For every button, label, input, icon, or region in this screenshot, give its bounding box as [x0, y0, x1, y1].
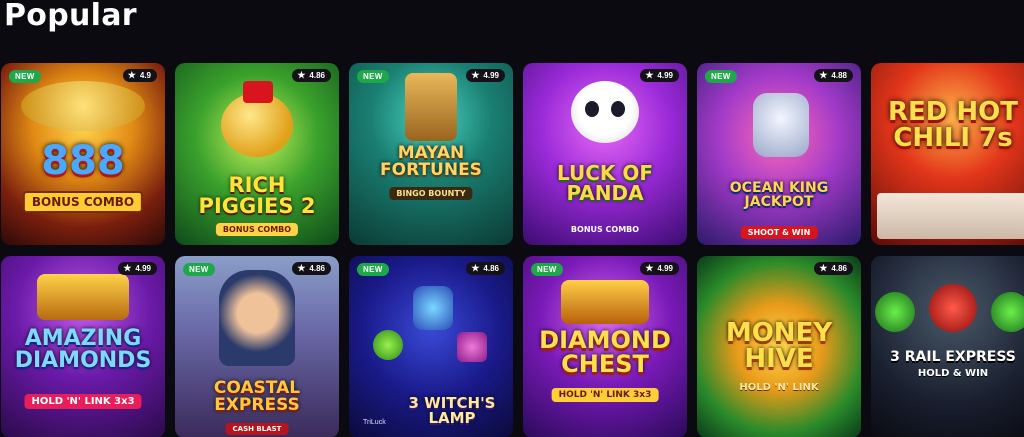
- panda-eye: [585, 101, 599, 117]
- game-tile-luck-of-panda[interactable]: LUCK OF PANDA BONUS COMBO ★ 4.99: [523, 63, 687, 245]
- treasure-chest: [37, 274, 129, 320]
- game-title: DIAMOND CHEST: [539, 326, 671, 378]
- star-icon: ★: [297, 263, 306, 273]
- new-badge: NEW: [705, 70, 737, 83]
- game-tile-ocean-king-jackpot[interactable]: OCEAN KING JACKPOT SHOOT & WIN NEW ★ 4.88: [697, 63, 861, 245]
- game-subtitle: BINGO BOUNTY: [389, 187, 473, 200]
- game-subtitle: BONUS COMBO: [22, 191, 144, 213]
- reel-strip: [877, 193, 1024, 239]
- game-title: OCEAN KING JACKPOT: [729, 180, 829, 210]
- rating-badge: ★ 4.86: [466, 262, 505, 275]
- top-hat: [243, 81, 273, 103]
- lamp-figure: [413, 286, 453, 330]
- star-icon: ★: [645, 70, 654, 80]
- rating-badge: ★ 4.86: [292, 262, 331, 275]
- rating-badge: ★ 4.99: [466, 69, 505, 82]
- game-subtitle: SHOOT & WIN: [740, 226, 818, 239]
- game-tile-mayan-fortunes[interactable]: MAYAN FORTUNES BINGO BOUNTY NEW ★ 4.99: [349, 63, 513, 245]
- treasure-chest: [561, 280, 649, 324]
- purple-gem: [457, 332, 487, 362]
- train-green: [991, 292, 1024, 332]
- game-title: MAYAN FORTUNES: [380, 143, 482, 180]
- games-grid: 888 BONUS COMBO NEW ★ 4.9 RICH PIGGIES 2 …: [0, 63, 1024, 437]
- game-title: 888: [41, 138, 125, 184]
- game-tile-coastal-express[interactable]: COASTAL EXPRESS CASH BLAST NEW ★ 4.86: [175, 256, 339, 437]
- star-icon: ★: [471, 70, 480, 80]
- rating-badge: ★ 4.9: [122, 69, 157, 82]
- totem-figure: [405, 73, 457, 141]
- game-tile-3-witchs-lamp[interactable]: 3 WITCH'S LAMP TriLuck NEW ★ 4.86: [349, 256, 513, 437]
- game-title: MONEY HIVE: [725, 318, 833, 374]
- game-title: RED HOT CHILI 7s: [887, 97, 1018, 153]
- rating-badge: ★ 4.88: [814, 69, 853, 82]
- game-tile-3-rail-express[interactable]: 3 RAIL EXPRESS HOLD & WIN: [871, 256, 1024, 437]
- game-tile-amazing-diamonds[interactable]: AMAZING DIAMONDS HOLD 'N' LINK 3x3 ★ 4.99: [1, 256, 165, 437]
- game-tile-rich-piggies-2[interactable]: RICH PIGGIES 2 BONUS COMBO ★ 4.86: [175, 63, 339, 245]
- game-tile-888[interactable]: 888 BONUS COMBO NEW ★ 4.9: [1, 63, 165, 245]
- train-green: [875, 292, 915, 332]
- new-badge: NEW: [183, 263, 215, 276]
- game-title: 3 RAIL EXPRESS: [890, 349, 1016, 365]
- game-tile-red-hot-chili-7s[interactable]: RED HOT CHILI 7s: [871, 63, 1024, 245]
- game-subtitle: HOLD 'N' LINK 3x3: [24, 394, 142, 409]
- game-tile-diamond-chest[interactable]: DIAMOND CHEST HOLD 'N' LINK 3x3 NEW ★ 4.9…: [523, 256, 687, 437]
- new-badge: NEW: [357, 70, 389, 83]
- star-icon: ★: [297, 70, 306, 80]
- game-art: [871, 256, 1024, 437]
- new-badge: NEW: [357, 263, 389, 276]
- game-subtitle: HOLD & WIN: [917, 368, 989, 379]
- game-title: 3 WITCH'S LAMP: [408, 394, 496, 427]
- rating-badge: ★ 4.86: [814, 262, 853, 275]
- game-title: COASTAL EXPRESS: [213, 378, 301, 415]
- star-icon: ★: [127, 70, 136, 80]
- coin-pile: [21, 81, 145, 131]
- star-icon: ★: [645, 263, 654, 273]
- panda-face: [571, 81, 639, 143]
- game-subtitle: CASH BLAST: [225, 423, 289, 435]
- star-icon: ★: [819, 263, 828, 273]
- train-red: [929, 284, 977, 332]
- rating-badge: ★ 4.99: [118, 262, 157, 275]
- brand-label: TriLuck: [363, 419, 386, 426]
- skeleton-figure: [753, 93, 809, 157]
- game-subtitle: BONUS COMBO: [215, 223, 299, 236]
- game-title: AMAZING DIAMONDS: [14, 326, 152, 373]
- star-icon: ★: [819, 70, 828, 80]
- green-apple: [373, 330, 403, 360]
- panda-eye: [611, 101, 625, 117]
- new-badge: NEW: [9, 70, 41, 83]
- game-subtitle: BONUS COMBO: [570, 225, 640, 234]
- rating-badge: ★ 4.99: [640, 262, 679, 275]
- rating-badge: ★ 4.99: [640, 69, 679, 82]
- game-subtitle: HOLD 'N' LINK 3x3: [551, 388, 659, 402]
- star-icon: ★: [123, 263, 132, 273]
- game-title: LUCK OF PANDA: [556, 161, 654, 205]
- game-tile-money-hive[interactable]: MONEY HIVE HOLD 'N' LINK ★ 4.86: [697, 256, 861, 437]
- star-icon: ★: [471, 263, 480, 273]
- conductor-figure: [219, 270, 295, 366]
- game-subtitle: HOLD 'N' LINK: [739, 382, 819, 393]
- rating-badge: ★ 4.86: [292, 69, 331, 82]
- new-badge: NEW: [531, 263, 563, 276]
- game-title: RICH PIGGIES 2: [198, 173, 316, 218]
- section-title: Popular: [4, 0, 137, 33]
